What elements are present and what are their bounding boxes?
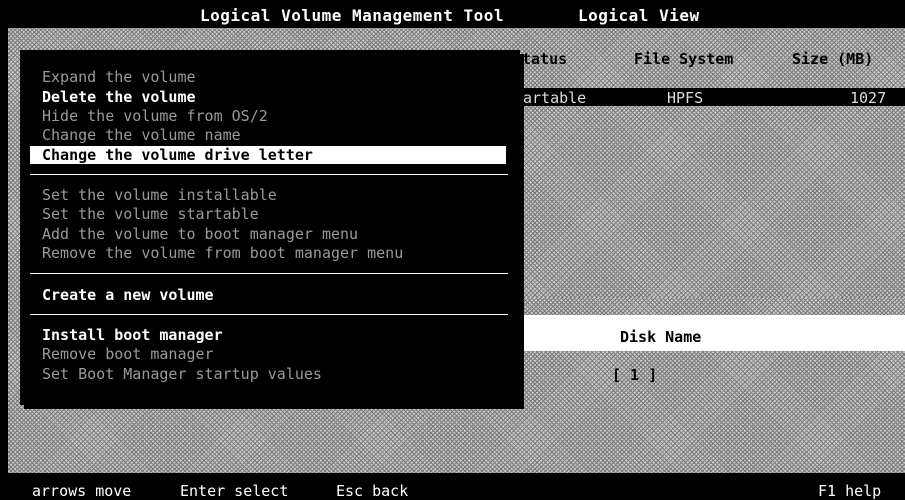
- volume-status: artable: [523, 89, 587, 107]
- menu-boot-manager-startup-values[interactable]: Set Boot Manager startup values: [42, 365, 322, 383]
- menu-remove-boot-manager[interactable]: Remove boot manager: [42, 345, 214, 363]
- menu-set-startable[interactable]: Set the volume startable: [42, 205, 259, 223]
- column-filesystem-header: File System: [634, 50, 734, 68]
- title-bar: Logical Volume Management Tool Logical V…: [0, 0, 905, 28]
- menu-install-boot-manager[interactable]: Install boot manager: [42, 326, 223, 344]
- left-edge: [0, 28, 8, 473]
- menu-remove-from-boot-manager[interactable]: Remove the volume from boot manager menu: [42, 244, 403, 262]
- menu-divider: [30, 273, 508, 274]
- hint-enter: Enter select: [180, 482, 289, 500]
- menu-create-volume[interactable]: Create a new volume: [42, 286, 214, 304]
- disk-header-bar: [515, 315, 905, 351]
- column-status-header: tatus: [522, 50, 568, 68]
- hint-help: F1 help: [818, 482, 882, 500]
- status-bar: arrows move Enter select Esc back F1 hel…: [0, 473, 905, 500]
- hint-esc: Esc back: [336, 482, 409, 500]
- volume-row[interactable]: artable HPFS 1027: [515, 88, 905, 107]
- lvm-screen: Logical Volume Management Tool Logical V…: [0, 0, 905, 500]
- menu-divider: [30, 174, 508, 175]
- panel-separator: [515, 298, 905, 316]
- menu-expand-volume[interactable]: Expand the volume: [42, 68, 196, 86]
- view-name: Logical View: [578, 6, 700, 25]
- column-size-header: Size (MB): [792, 50, 874, 68]
- menu-change-volume-name[interactable]: Change the volume name: [42, 126, 241, 144]
- disk-name-value[interactable]: [ 1 ]: [612, 366, 657, 384]
- disk-name-header: Disk Name: [620, 328, 702, 346]
- volume-size: 1027: [850, 89, 887, 107]
- app-title: Logical Volume Management Tool: [200, 6, 504, 25]
- menu-delete-volume[interactable]: Delete the volume: [42, 88, 196, 106]
- menu-change-drive-letter[interactable]: Change the volume drive letter: [30, 146, 506, 164]
- menu-divider: [30, 314, 508, 315]
- volume-filesystem: HPFS: [667, 89, 704, 107]
- menu-set-installable[interactable]: Set the volume installable: [42, 186, 277, 204]
- volume-context-menu: Expand the volume Delete the volume Hide…: [20, 50, 520, 405]
- menu-hide-volume[interactable]: Hide the volume from OS/2: [42, 107, 268, 125]
- hint-arrows: arrows move: [32, 482, 132, 500]
- menu-add-to-boot-manager[interactable]: Add the volume to boot manager menu: [42, 225, 358, 243]
